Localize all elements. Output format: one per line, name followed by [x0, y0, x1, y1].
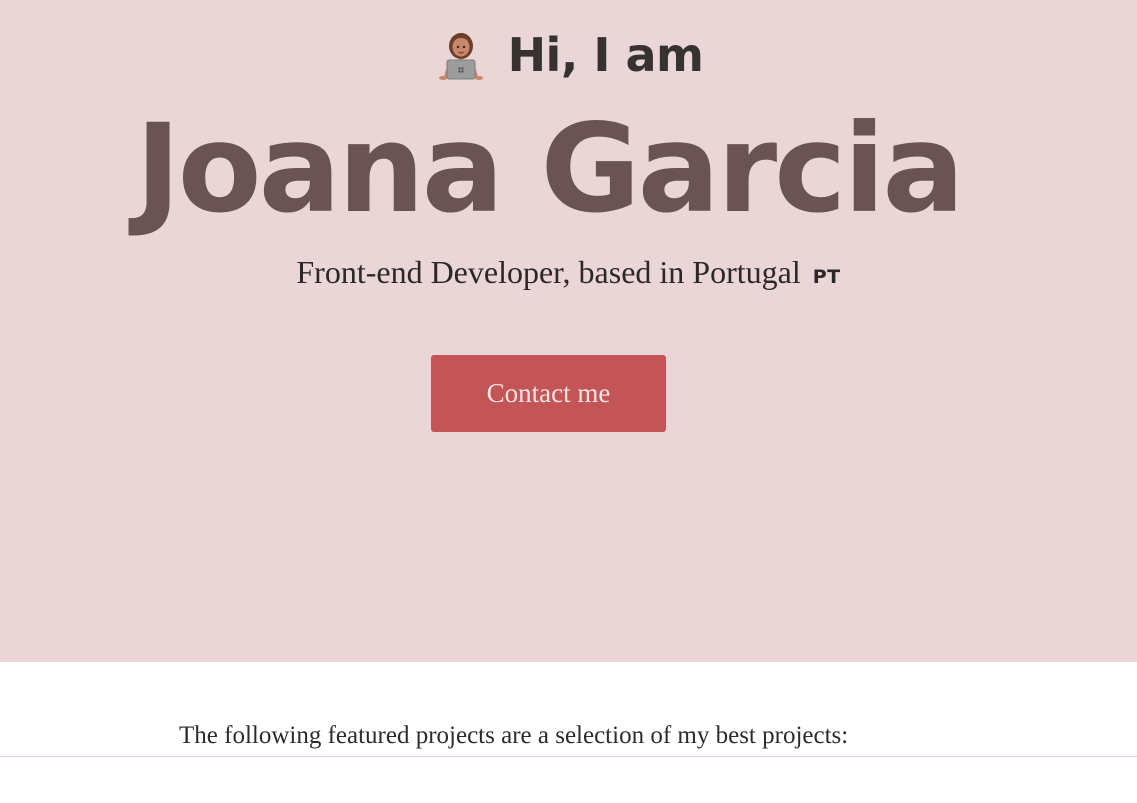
woman-technologist-icon [434, 28, 488, 82]
hero-role: Front-end Developer, based in Portugal P… [0, 253, 1137, 291]
greeting-text: Hi, I am [507, 28, 704, 82]
role-text: Front-end Developer, based in Portugal [296, 254, 801, 290]
hero-name: Joana Garcia [135, 98, 964, 240]
projects-intro: The following featured projects are a se… [179, 722, 849, 749]
greeting-row: Hi, I am [0, 28, 1137, 82]
country-badge: PT [812, 266, 841, 288]
hero-section: Hi, I am Joana Garcia Front-end Develope… [0, 0, 1137, 662]
contact-me-button[interactable]: Contact me [431, 355, 666, 432]
projects-section: The following featured projects are a se… [0, 662, 1137, 803]
section-divider [0, 756, 1137, 757]
